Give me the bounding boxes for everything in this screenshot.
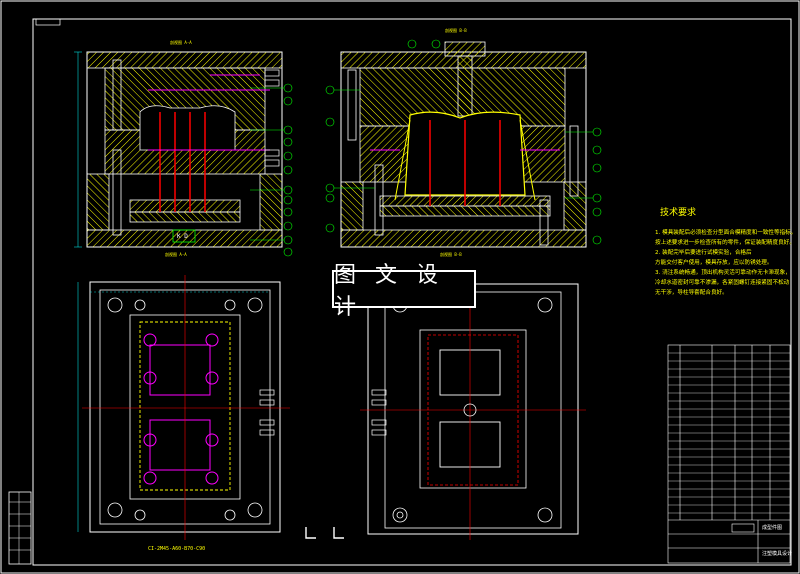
section-label-a: 剖视图 A-A [165, 252, 187, 257]
notes-line: 2. 装配完毕后要进行试模实验，合格后 [655, 250, 752, 256]
corner-marker [35, 18, 61, 26]
section-view-left [74, 51, 283, 248]
technical-notes: 技术要求 1. 模具装配后必须检查分型面合模精度和一致性等指标。 按上述要求进一… [655, 205, 800, 298]
parts-list-rows [668, 352, 790, 514]
mold-spec-label: CI-2M45-A60-B70-C90 [148, 546, 206, 552]
notes-title: 技术要求 [660, 208, 697, 218]
kd-label: K D [177, 233, 188, 240]
section-label-top-b: 剖视图 B-B [445, 28, 467, 33]
notes-line: 方能交付客户使用，模具存放，应以防锈处理。 [655, 260, 773, 266]
section-view-right [340, 41, 587, 248]
notes-line: 1. 模具装配后必须检查分型面合模精度和一致性等指标。 [655, 230, 797, 236]
notes-line: 3. 浇注系统畅通，顶出机构灵活可靠动作无卡滞现象， [655, 270, 791, 276]
title-block-sub: 注塑模具设计 [762, 551, 793, 557]
section-markers [305, 527, 344, 539]
section-label-b: 剖视图 B-B [440, 252, 462, 257]
plan-view-left [77, 275, 290, 540]
notes-line: 冷却水道密封可靠不渗漏，各紧固螺钉连接紧固不松动 [655, 280, 790, 286]
notes-line: 按上述要求进一步检查所有的零件，保证装配精度良好。 [655, 240, 795, 246]
banner-watermark: 图 文 设 计 [332, 263, 476, 320]
revision-block [8, 491, 32, 565]
notes-line: 无干涉，导柱导套配合良好。 [655, 290, 728, 296]
title-block-name: 成型件图 [762, 525, 783, 531]
section-label-top-a: 剖视图 A-A [170, 40, 192, 45]
